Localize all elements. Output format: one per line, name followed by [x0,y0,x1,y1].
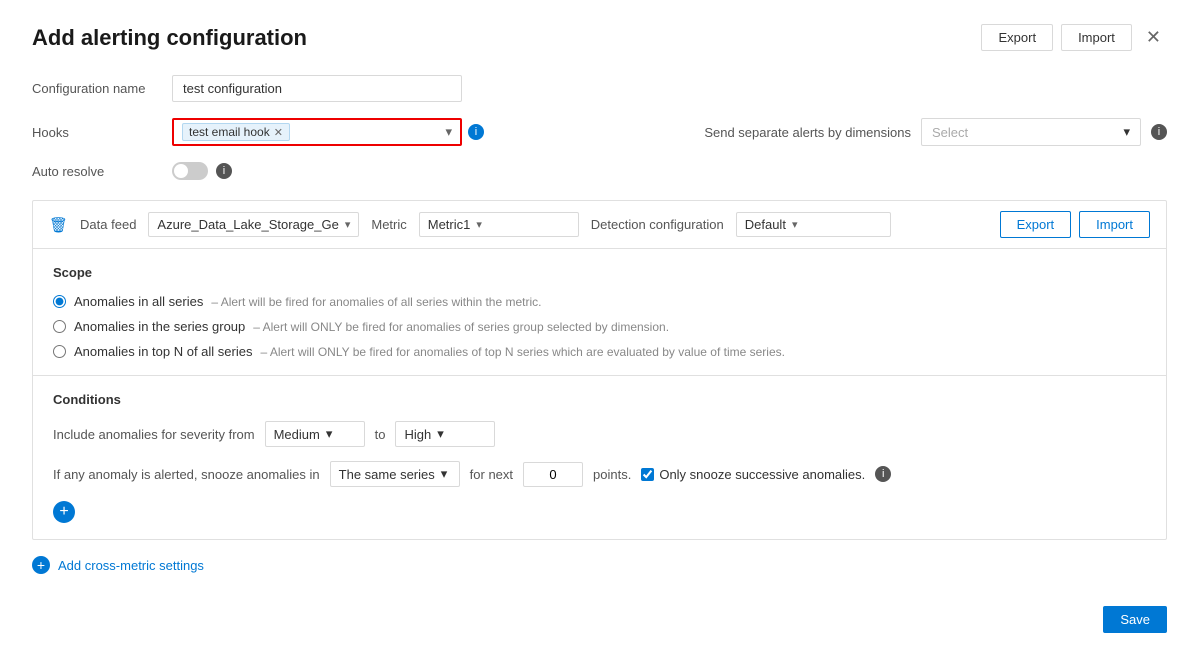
close-button[interactable]: ✕ [1140,25,1167,50]
only-snooze-label: Only snooze successive anomalies. [641,467,865,482]
import-button[interactable]: Import [1061,24,1132,51]
header-actions: Export Import ✕ [981,24,1167,51]
auto-resolve-label: Auto resolve [32,164,172,179]
severity-label: Include anomalies for severity from [53,427,255,442]
scope-radio-group: Anomalies in all series – Alert will be … [53,294,1146,359]
severity-from-chevron-icon: ▾ [326,426,333,442]
export-button[interactable]: Export [981,24,1053,51]
scope-radio-topn: Anomalies in top N of all series – Alert… [53,344,1146,359]
scope-radio-all-input[interactable] [53,295,66,308]
hooks-info-icon[interactable]: i [468,124,484,140]
cross-metric-icon: + [32,556,50,574]
scope-topn-label: Anomalies in top N of all series [74,344,252,359]
severity-row: Include anomalies for severity from Medi… [53,421,1146,447]
scope-all-desc: – Alert will be fired for anomalies of a… [211,295,541,309]
send-separate-placeholder: Select [932,125,968,140]
scope-title: Scope [53,265,1146,280]
hooks-select-wrapper[interactable]: test email hook ✕ ▾ [172,118,462,146]
hooks-chevron-icon: ▾ [445,124,452,140]
send-separate-label: Send separate alerts by dimensions [704,125,911,140]
hooks-tag: test email hook ✕ [182,123,290,141]
scope-topn-desc: – Alert will ONLY be fired for anomalies… [260,345,784,359]
detection-label: Detection configuration [591,217,724,232]
save-button[interactable]: Save [1103,606,1167,633]
data-feed-bar: 🗑 Data feed Azure_Data_Lake_Storage_Ge ▾… [33,201,1166,249]
severity-to-select[interactable]: High ▾ [395,421,495,447]
detection-select[interactable]: Default ▾ [736,212,891,237]
severity-to-chevron-icon: ▾ [437,426,444,442]
send-separate-chevron-icon: ▾ [1123,124,1130,140]
add-condition-button[interactable]: + [53,501,75,523]
auto-resolve-toggle[interactable] [172,162,208,180]
snooze-row: If any anomaly is alerted, snooze anomal… [53,461,1146,487]
add-cross-metric-row[interactable]: + Add cross-metric settings [32,556,1167,574]
detection-chevron-icon: ▾ [792,218,798,231]
hooks-and-send-row: Hooks test email hook ✕ ▾ i Send separat… [32,118,1167,146]
metric-label: Metric [371,217,406,232]
only-snooze-info-icon[interactable]: i [875,466,891,482]
conditions-title: Conditions [53,392,1146,407]
only-snooze-checkbox[interactable] [641,468,654,481]
scope-group-desc: – Alert will ONLY be fired for anomalies… [253,320,669,334]
delete-icon[interactable]: 🗑 [49,216,68,234]
config-name-input[interactable] [172,75,462,102]
hooks-tag-close-icon[interactable]: ✕ [274,126,283,139]
detection-import-button[interactable]: Import [1079,211,1150,238]
main-section-card: 🗑 Data feed Azure_Data_Lake_Storage_Ge ▾… [32,200,1167,540]
points-label: points. [593,467,631,482]
hooks-label: Hooks [32,125,172,140]
scope-radio-group-item: Anomalies in the series group – Alert wi… [53,319,1146,334]
detection-export-button[interactable]: Export [1000,211,1072,238]
auto-resolve-info-icon[interactable]: i [216,163,232,179]
snooze-series-chevron-icon: ▾ [441,466,448,482]
scope-radio-group-input[interactable] [53,320,66,333]
severity-from-select[interactable]: Medium ▾ [265,421,365,447]
config-name-row: Configuration name [32,75,1167,102]
severity-to-label: to [375,427,386,442]
data-feed-label: Data feed [80,217,136,232]
for-next-label: for next [470,467,513,482]
auto-resolve-row: Auto resolve i [32,162,1167,180]
metric-chevron-icon: ▾ [476,218,482,231]
metric-select[interactable]: Metric1 ▾ [419,212,579,237]
page-title: Add alerting configuration [32,25,307,51]
send-separate-select[interactable]: Select ▾ [921,118,1141,146]
data-feed-chevron-icon: ▾ [345,218,351,231]
snooze-label: If any anomaly is alerted, snooze anomal… [53,467,320,482]
cross-metric-label: Add cross-metric settings [58,558,204,573]
hooks-row: Hooks test email hook ✕ ▾ i [32,118,484,146]
scope-group-label: Anomalies in the series group [74,319,245,334]
scope-radio-all: Anomalies in all series – Alert will be … [53,294,1146,309]
config-name-label: Configuration name [32,81,172,96]
conditions-section: Conditions Include anomalies for severit… [33,376,1166,539]
footer-save-row: Save [32,598,1167,633]
snooze-points-input[interactable] [523,462,583,487]
scope-radio-topn-input[interactable] [53,345,66,358]
snooze-series-select[interactable]: The same series ▾ [330,461,460,487]
data-feed-select[interactable]: Azure_Data_Lake_Storage_Ge ▾ [148,212,359,237]
scope-all-label: Anomalies in all series [74,294,203,309]
scope-section: Scope Anomalies in all series – Alert wi… [33,249,1166,375]
send-separate-info-icon[interactable]: i [1151,124,1167,140]
